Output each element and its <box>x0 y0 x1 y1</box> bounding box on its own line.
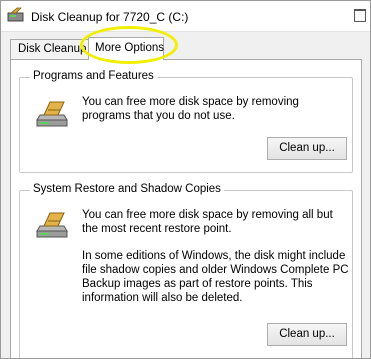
window-title: Disk Cleanup for 7720_C (C:) <box>31 10 189 24</box>
restore-description: You can free more disk space by removing… <box>82 209 333 235</box>
tab-disk-cleanup[interactable]: Disk Cleanup <box>10 39 89 59</box>
group-title: Programs and Features <box>30 70 157 82</box>
maximize-icon[interactable] <box>354 9 366 22</box>
disk-cleanup-icon <box>7 7 24 22</box>
programs-cleanup-button[interactable]: Clean up... <box>267 137 347 160</box>
system-restore-group: System Restore and Shadow Copies You can… <box>19 183 353 358</box>
tab-disk-cleanup-label: Disk Cleanup <box>18 43 87 55</box>
restore-cleanup-button[interactable]: Clean up... <box>267 323 347 346</box>
system-restore-icon <box>36 212 68 238</box>
tab-more-options[interactable]: More Options <box>88 37 164 60</box>
programs-features-group: Programs and Features You can free more … <box>19 70 353 173</box>
restore-note: In some editions of Windows, the disk mi… <box>82 250 349 304</box>
title-bar: Disk Cleanup for 7720_C (C:) <box>1 1 370 32</box>
group-title: System Restore and Shadow Copies <box>30 183 224 195</box>
tab-more-options-label: More Options <box>95 42 165 54</box>
disk-cleanup-window: Disk Cleanup for 7720_C (C:) Disk Cleanu… <box>0 0 371 359</box>
programs-features-icon <box>36 101 68 127</box>
programs-description: You can free more disk space by removing… <box>82 96 299 122</box>
